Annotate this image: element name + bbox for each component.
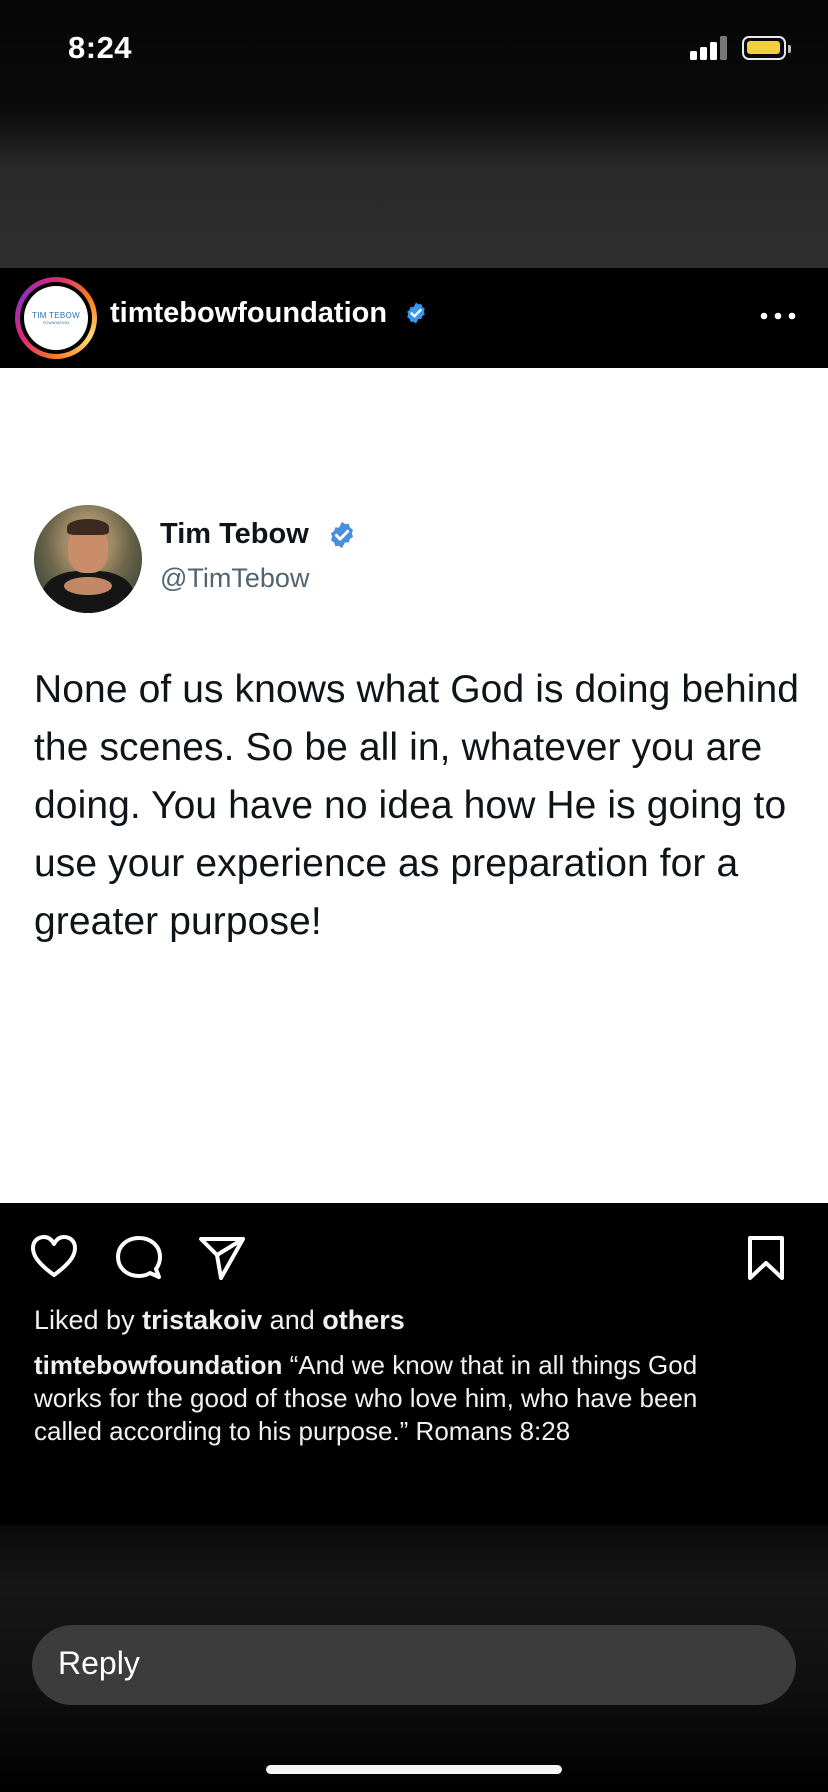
post-actions-bar: [0, 1203, 828, 1313]
heart-icon[interactable]: [30, 1235, 78, 1279]
tweet-author-name: Tim Tebow: [160, 518, 309, 550]
liked-by-user[interactable]: tristakoiv: [142, 1305, 262, 1335]
account-username[interactable]: timtebowfoundation: [110, 297, 387, 330]
verified-badge-icon: [407, 302, 425, 324]
more-horizontal-icon[interactable]: [758, 306, 798, 326]
foundation-logo: TIM TEBOW FOUNDATION: [24, 286, 88, 350]
tweet-author-handle: @TimTebow: [160, 563, 310, 593]
battery-icon: [742, 36, 791, 60]
status-time: 8:24: [68, 30, 133, 65]
story-screen: 8:24 TIM TEBOW FOUNDATION timtebowfounda…: [0, 0, 828, 1792]
cellular-signal-icon: [690, 36, 730, 60]
account-avatar[interactable]: TIM TEBOW FOUNDATION: [15, 277, 97, 359]
reply-placeholder: Reply: [58, 1645, 140, 1681]
bookmark-icon[interactable]: [746, 1235, 786, 1281]
comment-icon[interactable]: [116, 1235, 162, 1281]
battery-level: [747, 41, 780, 54]
caption-username[interactable]: timtebowfoundation: [34, 1350, 282, 1380]
reply-input[interactable]: Reply: [32, 1625, 796, 1705]
liked-by-others[interactable]: others: [322, 1305, 405, 1335]
likes-summary[interactable]: Liked by tristakoiv and others: [34, 1305, 405, 1336]
post-header: TIM TEBOW FOUNDATION timtebowfoundation: [0, 268, 828, 368]
tweet-text: None of us knows what God is doing behin…: [34, 668, 800, 943]
home-indicator[interactable]: [266, 1765, 562, 1774]
post-image[interactable]: Tim Tebow @TimTebow None of us knows wha…: [0, 368, 828, 1203]
verified-badge-icon: [331, 521, 353, 549]
tweet-avatar: [34, 505, 142, 613]
post-caption: timtebowfoundation “And we know that in …: [34, 1349, 764, 1448]
send-icon[interactable]: [198, 1235, 246, 1281]
